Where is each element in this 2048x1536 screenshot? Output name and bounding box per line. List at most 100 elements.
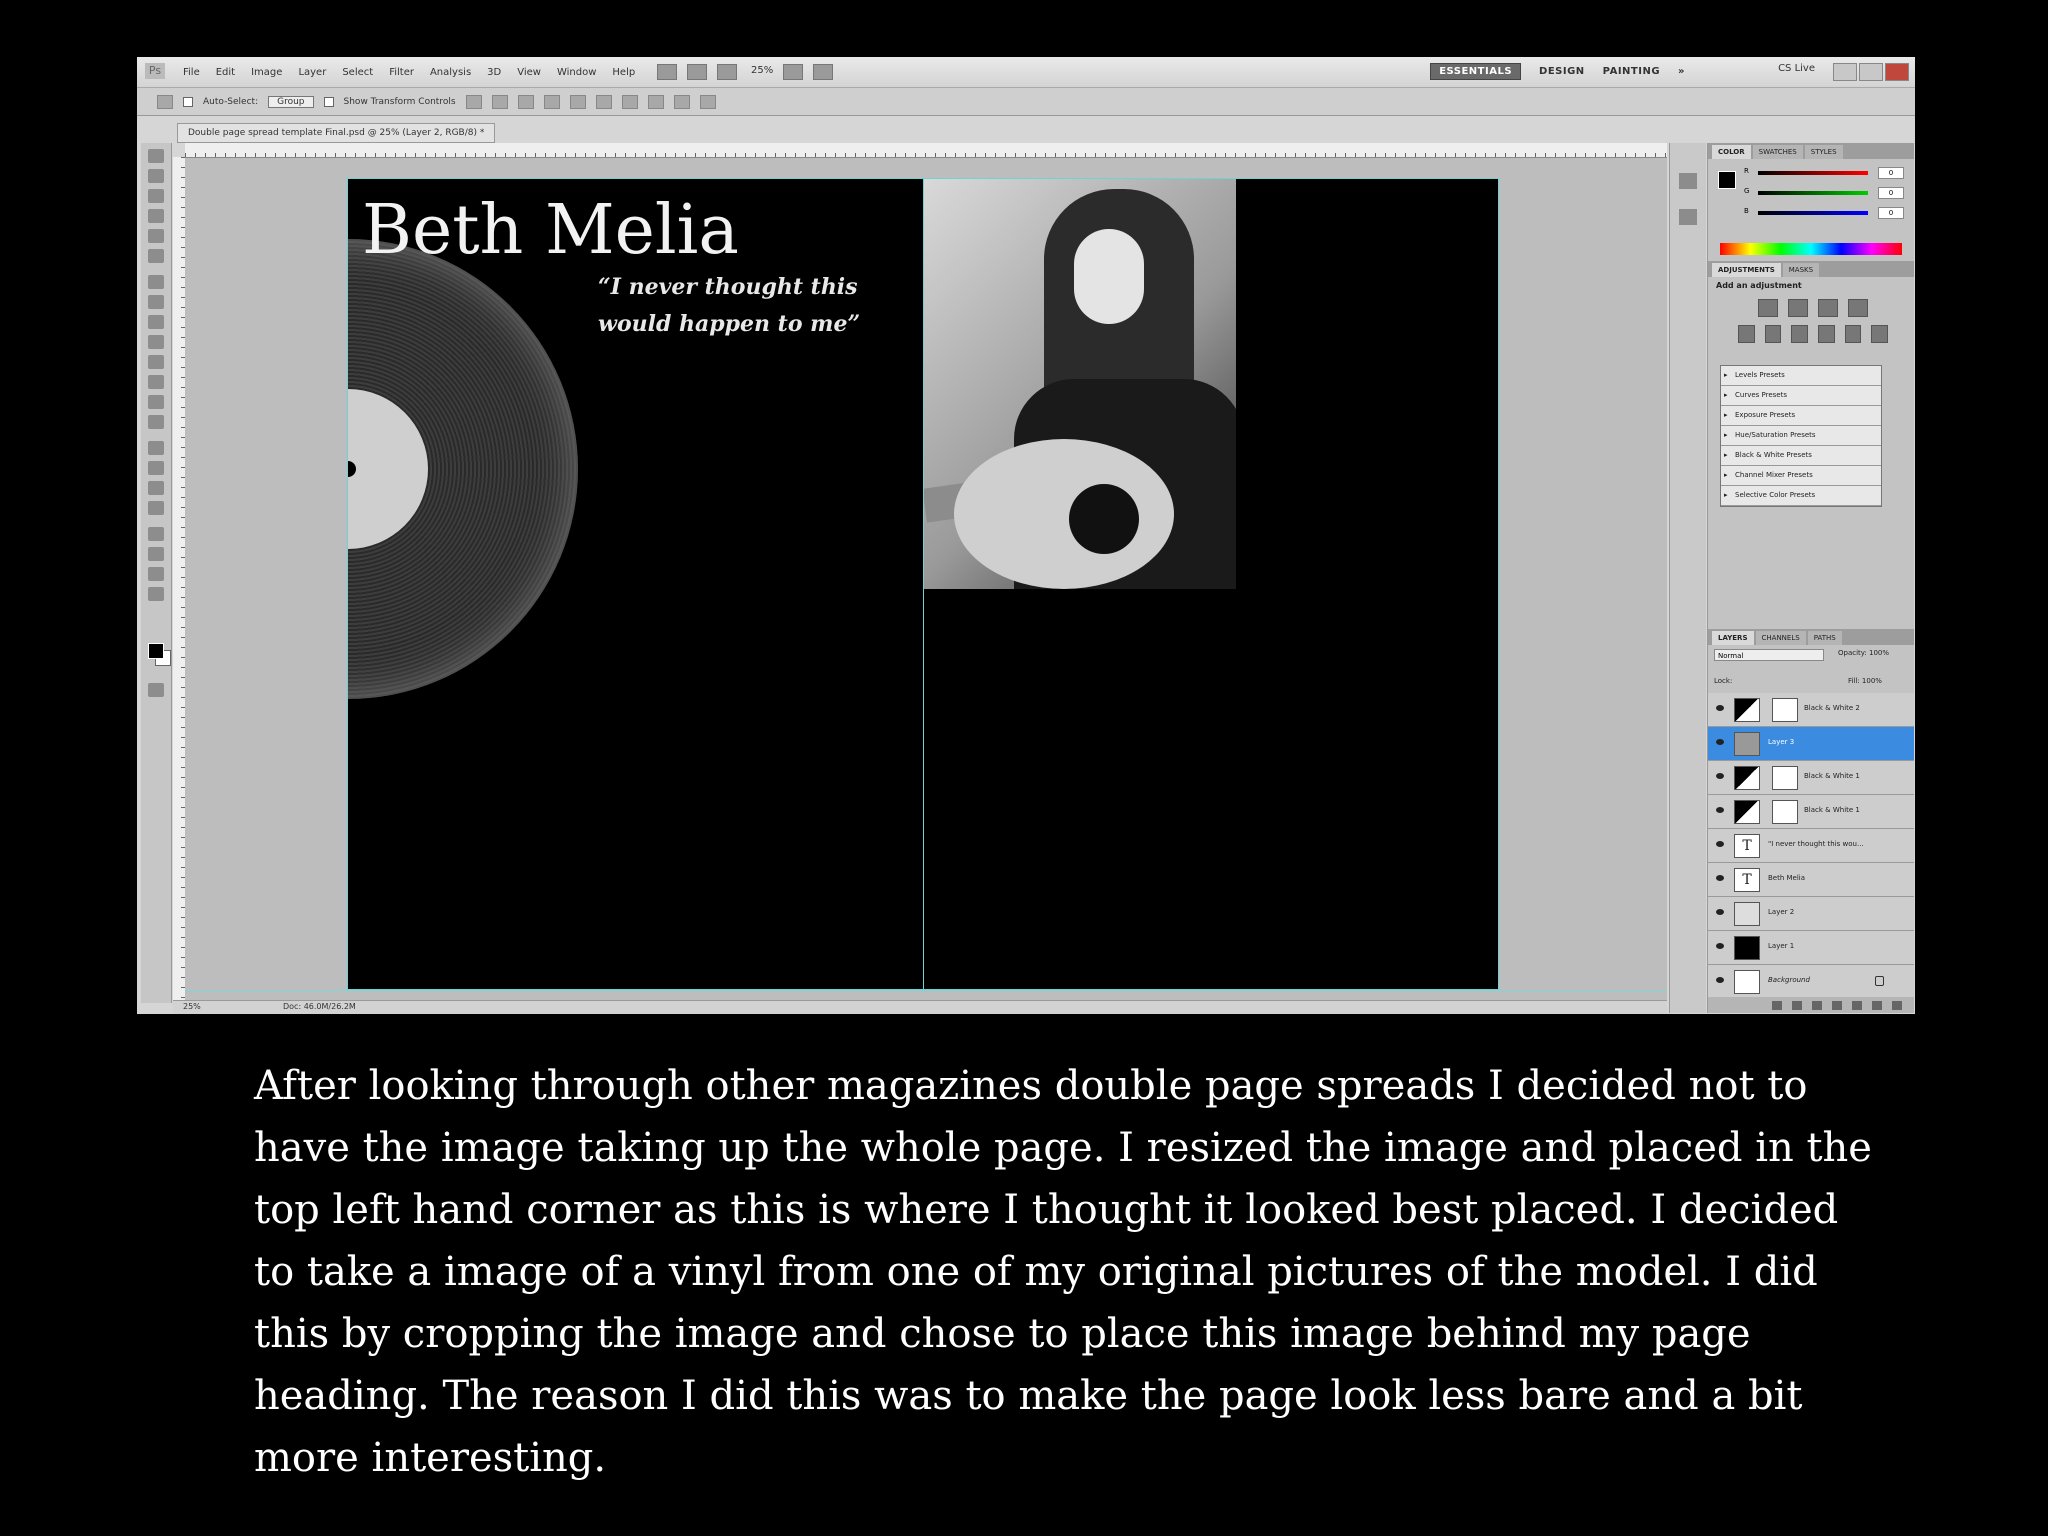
workspace-painting[interactable]: PAINTING	[1603, 66, 1660, 77]
gradient-tool-icon[interactable]	[148, 375, 164, 389]
3d-orbit-tool-icon[interactable]	[148, 547, 164, 561]
zoom-tool-icon[interactable]	[148, 587, 164, 601]
view-extras-icon[interactable]	[717, 64, 737, 80]
arrange-documents-icon[interactable]	[783, 64, 804, 80]
layer-mask-thumbnail[interactable]	[1772, 766, 1798, 790]
blue-value[interactable]: 0	[1878, 207, 1904, 219]
workspace-essentials[interactable]: ESSENTIALS	[1430, 63, 1522, 80]
minimize-button[interactable]	[1833, 63, 1857, 81]
cs-live-button[interactable]: CS Live	[1778, 63, 1815, 74]
green-value[interactable]: 0	[1878, 187, 1904, 199]
black-white-icon[interactable]	[1818, 325, 1835, 343]
menu-analysis[interactable]: Analysis	[430, 67, 471, 78]
link-layers-icon[interactable]	[1772, 1000, 1782, 1010]
align-bottom-icon[interactable]	[517, 94, 534, 109]
foreground-color-swatch[interactable]	[148, 643, 164, 659]
dodge-tool-icon[interactable]	[148, 415, 164, 429]
align-center-icon[interactable]	[569, 94, 586, 109]
visibility-eye-icon[interactable]	[1716, 841, 1724, 847]
auto-select-target-dropdown[interactable]: Group	[268, 95, 314, 108]
vibrance-icon[interactable]	[1737, 325, 1755, 343]
opacity-field[interactable]: Opacity: 100%	[1838, 649, 1889, 657]
fill-field[interactable]: Fill: 100%	[1848, 677, 1882, 685]
visibility-eye-icon[interactable]	[1716, 875, 1724, 881]
healing-brush-tool-icon[interactable]	[148, 275, 164, 289]
tool-presets-icon[interactable]	[1679, 209, 1697, 225]
color-balance-icon[interactable]	[1791, 325, 1808, 343]
quick-mask-icon[interactable]	[148, 683, 164, 697]
preset-selective-color[interactable]: Selective Color Presets	[1721, 486, 1881, 506]
align-left-icon[interactable]	[543, 94, 560, 109]
layer-row[interactable]: Layer 1	[1708, 931, 1914, 965]
layer-style-icon[interactable]	[1792, 1000, 1802, 1010]
menu-image[interactable]: Image	[251, 67, 282, 78]
tab-color[interactable]: COLOR	[1712, 145, 1751, 159]
guide-line[interactable]	[185, 991, 1667, 992]
zoom-level-dropdown[interactable]: 25%	[751, 64, 773, 80]
blend-mode-dropdown[interactable]: Normal	[1714, 649, 1824, 661]
brush-tool-icon[interactable]	[148, 295, 164, 309]
menu-file[interactable]: File	[183, 67, 200, 78]
add-mask-icon[interactable]	[1812, 1000, 1822, 1010]
restore-button[interactable]	[1859, 63, 1883, 81]
preset-black-white[interactable]: Black & White Presets	[1721, 446, 1881, 466]
menu-select[interactable]: Select	[342, 67, 373, 78]
tab-styles[interactable]: STYLES	[1804, 145, 1843, 159]
close-button[interactable]	[1885, 63, 1909, 81]
screen-mode-icon[interactable]	[813, 64, 834, 80]
visibility-eye-icon[interactable]	[1716, 943, 1724, 949]
auto-align-icon[interactable]	[699, 94, 716, 109]
blur-tool-icon[interactable]	[148, 395, 164, 409]
new-layer-icon[interactable]	[1872, 1000, 1882, 1010]
distribute-top-icon[interactable]	[621, 94, 638, 109]
menu-edit[interactable]: Edit	[216, 67, 235, 78]
history-brush-tool-icon[interactable]	[148, 335, 164, 349]
red-slider[interactable]	[1758, 171, 1868, 175]
align-right-icon[interactable]	[595, 94, 612, 109]
layer-row[interactable]: T Beth Melia	[1708, 863, 1914, 897]
preset-exposure[interactable]: Exposure Presets	[1721, 406, 1881, 426]
workspace-design[interactable]: DESIGN	[1539, 66, 1585, 77]
move-tool-preset-icon[interactable]	[157, 94, 173, 109]
horizontal-ruler[interactable]	[185, 143, 1667, 158]
new-group-icon[interactable]	[1852, 1000, 1862, 1010]
photo-filter-icon[interactable]	[1844, 325, 1862, 343]
double-page-spread[interactable]: Beth Melia “I never thought this would h…	[347, 178, 1499, 990]
visibility-eye-icon[interactable]	[1716, 977, 1724, 983]
distribute-bottom-icon[interactable]	[673, 94, 690, 109]
history-panel-icon[interactable]	[1679, 173, 1697, 189]
new-adjustment-icon[interactable]	[1832, 1000, 1842, 1010]
layer-row[interactable]: Layer 2	[1708, 897, 1914, 931]
lasso-tool-icon[interactable]	[148, 189, 164, 203]
preset-levels[interactable]: Levels Presets	[1721, 366, 1881, 386]
color-panel-foreground[interactable]	[1718, 171, 1736, 189]
visibility-eye-icon[interactable]	[1716, 739, 1724, 745]
eraser-tool-icon[interactable]	[148, 355, 164, 369]
menu-filter[interactable]: Filter	[389, 67, 414, 78]
menu-view[interactable]: View	[517, 67, 541, 78]
trash-icon[interactable]	[1892, 1000, 1902, 1010]
tab-adjustments[interactable]: ADJUSTMENTS	[1712, 263, 1781, 277]
tab-masks[interactable]: MASKS	[1782, 263, 1820, 277]
green-slider[interactable]	[1758, 191, 1868, 195]
blue-slider[interactable]	[1758, 211, 1868, 215]
visibility-eye-icon[interactable]	[1716, 705, 1724, 711]
hue-saturation-icon[interactable]	[1764, 325, 1782, 343]
layer-row[interactable]: Black & White 2	[1708, 693, 1914, 727]
tab-layers[interactable]: LAYERS	[1712, 631, 1754, 645]
bridge-icon[interactable]	[657, 64, 677, 80]
minibridge-icon[interactable]	[687, 64, 707, 80]
3d-rotate-tool-icon[interactable]	[148, 527, 164, 541]
layer-mask-thumbnail[interactable]	[1772, 800, 1798, 824]
workspace-more[interactable]: »	[1678, 66, 1685, 77]
layer-row[interactable]: T "I never thought this wou...	[1708, 829, 1914, 863]
clone-stamp-tool-icon[interactable]	[148, 315, 164, 329]
layer-row[interactable]: Black & White 1	[1708, 795, 1914, 829]
visibility-eye-icon[interactable]	[1716, 909, 1724, 915]
tab-paths[interactable]: PATHS	[1807, 631, 1842, 645]
layer-mask-thumbnail[interactable]	[1772, 698, 1798, 722]
menu-layer[interactable]: Layer	[298, 67, 326, 78]
exposure-icon[interactable]	[1848, 299, 1868, 317]
channel-mixer-icon[interactable]	[1871, 325, 1889, 343]
visibility-eye-icon[interactable]	[1716, 773, 1724, 779]
